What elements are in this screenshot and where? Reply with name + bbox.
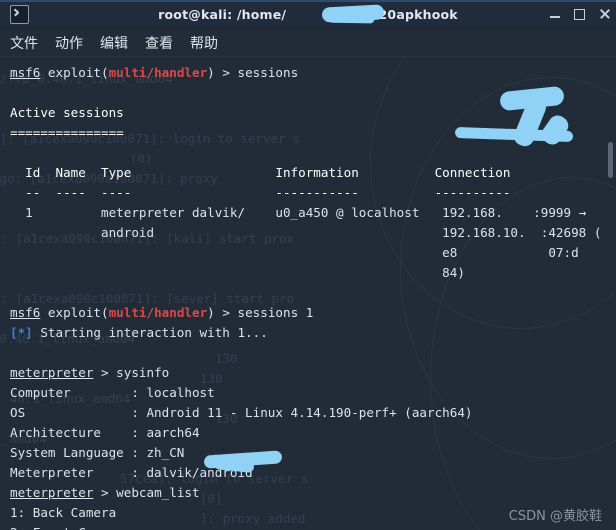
prompt-arrow-2: > [93,485,117,500]
prompt-arrow-1: > [93,365,117,380]
minimize-icon [550,16,560,18]
session-row-line1: 1 meterpreter dalvik/ u0_a450 @ localhos… [10,205,587,220]
window-controls[interactable] [550,0,610,28]
window-title: root@kali: /home/XXXXXXXX/520apkhook [0,7,616,22]
prompt-exploit-close-2: ) > [207,305,238,320]
menu-item-view[interactable]: 查看 [145,33,173,53]
sysinfo-architecture: Architecture : aarch64 [10,425,200,440]
command-webcam-list: webcam_list [116,485,200,500]
terminal-icon [10,4,29,24]
prompt-exploit-open-2: exploit( [40,305,109,320]
prompt-line-sessions: msf6 exploit(multi/handler) > sessions [10,63,616,83]
watermark: CSDN @黄胶鞋 [508,509,602,524]
sysinfo-os: OS : Android 11 - Linux 4.14.190-perf+ (… [10,405,473,420]
maximize-icon [574,8,585,20]
webcam-list-item-2: 2: Front Camera [10,523,616,530]
prompt-exploit-open: exploit( [40,65,109,80]
msf-prompt-label: msf6 [10,65,41,80]
starting-interaction-line: [*] Starting interaction with 1... [10,323,616,343]
table-row-cont3: 84) [10,263,616,283]
command-sysinfo: sysinfo [116,365,170,380]
sysinfo-meterpreter: Meterpreter : dalvik/android [10,465,253,480]
menubar: 文件 动作 编辑 查看 帮助 [0,29,616,57]
close-button[interactable] [599,9,610,20]
command-sessions-1: sessions 1 [237,305,314,320]
menu-item-help[interactable]: 帮助 [190,33,218,53]
menu-item-edit[interactable]: 编辑 [100,33,128,53]
prompt-exploit-close: ) > [207,65,238,80]
starting-interaction-text: Starting interaction with 1... [32,325,268,340]
scrollbar[interactable] [606,57,614,530]
prompt-line-webcam-list: meterpreter > webcam_list [10,483,616,503]
close-icon [599,9,610,20]
terminal-window: root@kali: /home/XXXXXXXX/520apkhook 文件 … [0,0,616,530]
command-sessions: sessions [237,65,299,80]
title-redaction-mark [321,4,385,23]
minimize-button[interactable] [550,10,560,18]
session-row-line4: 84) [10,265,465,280]
sessions-table-header: Id Name Type Information Connection [10,165,511,180]
table-row: 1 meterpreter dalvik/ u0_a450 @ localhos… [10,203,616,223]
meterpreter-prompt-label: meterpreter [10,365,94,380]
table-row-cont1: android 192.168.10. :42698 ( [10,223,616,243]
prompt-line-sysinfo: meterpreter > sysinfo [10,363,616,383]
sysinfo-system-language: System Language : zh_CN [10,445,185,460]
window-title-prefix: root@kali: /home/ [158,6,287,22]
prompt-line-sessions-1: msf6 exploit(multi/handler) > sessions 1 [10,303,616,323]
msf-prompt-label-2: msf6 [10,305,41,320]
sessions-table-separator: -- ---- ---- ----------- ---------- [10,185,511,200]
menu-item-file[interactable]: 文件 [10,33,38,53]
sysinfo-computer: Computer : localhost [10,385,215,400]
prompt-module-name: multi/handler [108,65,208,80]
status-marker: [*] [10,325,33,340]
table-row-cont2: e8 07:d [10,243,616,263]
titlebar[interactable]: root@kali: /home/XXXXXXXX/520apkhook [0,0,616,29]
session-row-line3: e8 07:d [10,245,579,260]
maximize-button[interactable] [574,8,585,20]
prompt-module-name-2: multi/handler [108,305,208,320]
terminal-output-area[interactable]: p/ftp_0.46.1_linux_amd64 0]: [a1cexa090c… [0,57,616,530]
scrollbar-thumb[interactable] [608,142,613,178]
meterpreter-prompt-label-2: meterpreter [10,485,94,500]
menu-item-actions[interactable]: 动作 [55,33,83,53]
session-row-line2: android 192.168.10. :42698 ( [10,225,602,240]
titlebar-accent [0,0,616,2]
